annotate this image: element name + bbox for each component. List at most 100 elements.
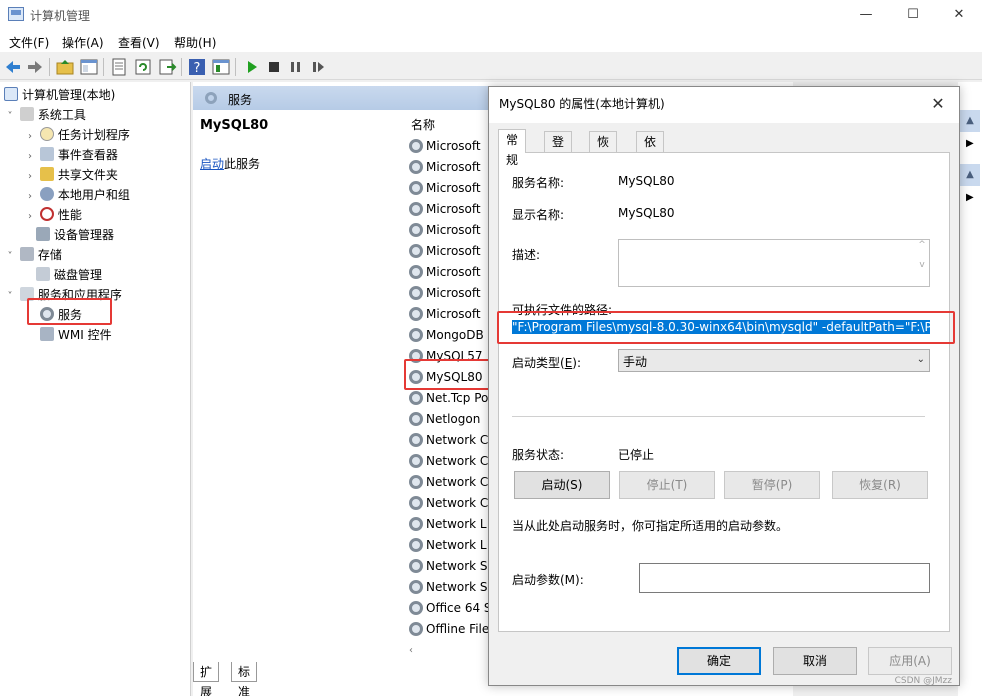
list-item[interactable]: Microsoft: [409, 178, 489, 199]
horizontal-scrollbar[interactable]: ‹: [409, 645, 493, 659]
refresh-icon[interactable]: [133, 57, 153, 77]
list-item[interactable]: Network S: [409, 577, 489, 598]
export-icon[interactable]: [157, 57, 177, 77]
display-name-value: MySQL80: [618, 206, 675, 220]
start-button[interactable]: 启动(S): [514, 471, 610, 499]
start-service-text: 启动此服务: [200, 157, 261, 171]
scroll-left-icon[interactable]: ‹: [409, 645, 413, 656]
list-item[interactable]: Microsoft: [409, 304, 489, 325]
list-item[interactable]: Microsoft: [409, 136, 489, 157]
highlight-box-services: [27, 298, 112, 325]
list-item[interactable]: Microsoft: [409, 220, 489, 241]
list-item[interactable]: Microsoft: [409, 262, 489, 283]
chevron-right-icon[interactable]: ›: [24, 207, 36, 227]
chevron-right-icon[interactable]: ›: [24, 167, 36, 187]
resume-button[interactable]: 恢复(R): [832, 471, 928, 499]
chevron-down-icon[interactable]: ⌄: [917, 354, 925, 365]
tree-item-device-manager[interactable]: 设备管理器: [36, 225, 114, 245]
ok-button[interactable]: 确定: [677, 647, 761, 675]
actions-section-header[interactable]: ▲: [960, 110, 980, 132]
list-item[interactable]: Microsoft: [409, 157, 489, 178]
gear-icon: [409, 454, 423, 468]
pause-button[interactable]: 暂停(P): [724, 471, 820, 499]
tree-item-root[interactable]: 计算机管理(本地): [4, 85, 115, 105]
startup-type-select[interactable]: 手动 ⌄: [618, 349, 930, 372]
tree-item-local-users[interactable]: › 本地用户和组: [24, 185, 130, 205]
show-hide-tree-icon[interactable]: [79, 57, 99, 77]
tab-dependencies[interactable]: 依存关系: [636, 131, 665, 209]
list-item[interactable]: Offline File: [409, 619, 489, 640]
description-field[interactable]: ^ v: [618, 239, 930, 287]
service-name-value: MySQL80: [618, 174, 675, 188]
forward-arrow-icon[interactable]: [25, 57, 45, 77]
menu-help[interactable]: 帮助(H): [174, 34, 216, 51]
apply-button[interactable]: 应用(A): [868, 647, 952, 675]
expand-arrow-icon[interactable]: ▶: [966, 138, 974, 149]
list-item[interactable]: Network C: [409, 472, 489, 493]
list-item[interactable]: Microsoft: [409, 241, 489, 262]
start-params-input[interactable]: [639, 563, 930, 593]
performance-icon: [39, 207, 54, 221]
tree-item-event-viewer[interactable]: › 事件查看器: [24, 145, 118, 165]
pause-icon[interactable]: [286, 57, 306, 77]
list-item[interactable]: Office 64 S: [409, 598, 489, 619]
column-header-name[interactable]: 名称: [411, 116, 435, 133]
tree-item-performance[interactable]: › 性能: [24, 205, 82, 225]
properties-icon[interactable]: [211, 57, 231, 77]
export-list-icon[interactable]: [109, 57, 129, 77]
play-icon[interactable]: [242, 57, 262, 77]
tree-item-storage[interactable]: ˅ 存储: [4, 245, 62, 265]
menu-action[interactable]: 操作(A): [62, 34, 104, 51]
list-item[interactable]: Network C: [409, 493, 489, 514]
list-item[interactable]: Network C: [409, 430, 489, 451]
tab-standard[interactable]: 标准: [231, 662, 258, 696]
folder-up-icon[interactable]: [55, 57, 75, 77]
expand-arrow-icon[interactable]: ▶: [966, 192, 974, 203]
tab-recovery[interactable]: 恢复: [589, 131, 618, 169]
list-item[interactable]: MongoDB: [409, 325, 489, 346]
maximize-button[interactable]: ☐: [890, 0, 936, 30]
help-icon[interactable]: ?: [187, 57, 207, 77]
list-item[interactable]: Net.Tcp Po: [409, 388, 489, 409]
list-item[interactable]: Network L: [409, 514, 489, 535]
chevron-down-icon[interactable]: ˅: [4, 107, 16, 127]
menu-file[interactable]: 文件(F): [9, 34, 49, 51]
description-scrollbar[interactable]: ^ v: [915, 240, 929, 286]
dialog-close-button[interactable]: ✕: [923, 91, 953, 117]
service-status-value: 已停止: [618, 448, 655, 462]
chevron-right-icon[interactable]: ›: [24, 187, 36, 207]
tab-extended[interactable]: 扩展: [193, 662, 220, 696]
chevron-down-icon[interactable]: ˅: [4, 287, 16, 307]
resume-icon[interactable]: [308, 57, 328, 77]
back-arrow-icon[interactable]: [3, 57, 23, 77]
close-button[interactable]: ✕: [936, 0, 982, 30]
gear-icon: [409, 475, 423, 489]
actions-panel: ▲ ▶ ▲ ▶: [958, 82, 982, 696]
cancel-button[interactable]: 取消: [773, 647, 857, 675]
minimize-button[interactable]: —: [843, 0, 889, 30]
list-item[interactable]: Netlogon: [409, 409, 489, 430]
toolbar: ?: [0, 54, 982, 80]
tree-item-system-tools[interactable]: ˅ 系统工具: [4, 105, 86, 125]
chevron-right-icon[interactable]: ›: [24, 147, 36, 167]
chevron-down-icon[interactable]: ˅: [4, 247, 16, 267]
actions-section-header[interactable]: ▲: [960, 164, 980, 186]
list-item[interactable]: Microsoft: [409, 199, 489, 220]
stop-button[interactable]: 停止(T): [619, 471, 715, 499]
tab-logon[interactable]: 登录: [544, 131, 573, 169]
start-service-link[interactable]: 启动: [200, 157, 224, 171]
tree-item-wmi[interactable]: WMI 控件: [40, 325, 112, 345]
list-item[interactable]: Network L: [409, 535, 489, 556]
menu-view[interactable]: 查看(V): [118, 34, 160, 51]
chevron-right-icon[interactable]: ›: [24, 127, 36, 147]
startup-type-label: 启动类型(E):: [512, 356, 582, 370]
list-item[interactable]: Network C: [409, 451, 489, 472]
tab-general[interactable]: 常规: [498, 129, 527, 167]
tree-item-task-scheduler[interactable]: › 任务计划程序: [24, 125, 130, 145]
tree-item-shared-folders[interactable]: › 共享文件夹: [24, 165, 118, 185]
list-item[interactable]: Network S: [409, 556, 489, 577]
list-item[interactable]: Microsoft: [409, 283, 489, 304]
tree-item-disk-management[interactable]: 磁盘管理: [36, 265, 102, 285]
gear-icon: [409, 538, 423, 552]
stop-icon[interactable]: [264, 57, 284, 77]
